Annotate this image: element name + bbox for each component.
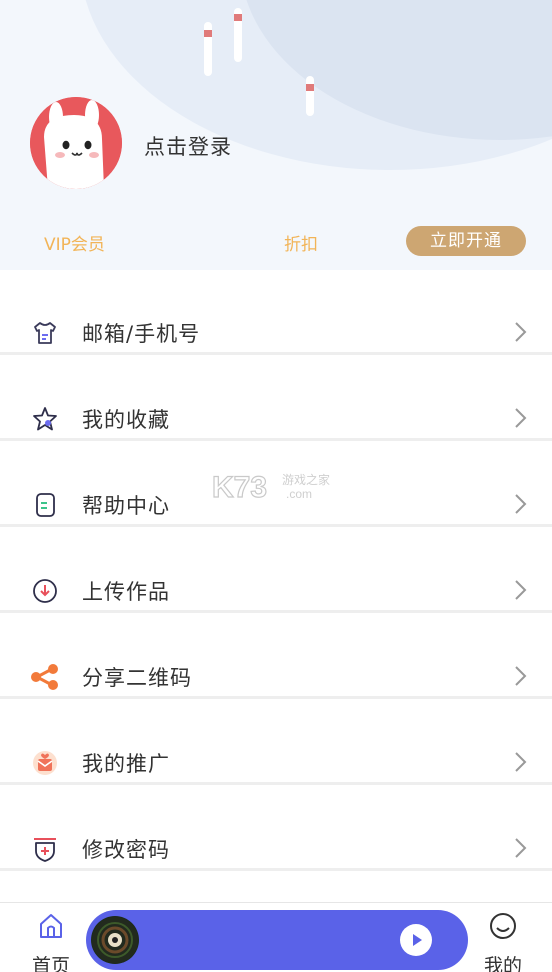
decor-pole xyxy=(306,76,314,116)
chevron-right-icon xyxy=(515,408,527,428)
album-disc-icon xyxy=(91,916,139,964)
watermark-brand: K73 xyxy=(212,471,267,502)
divider xyxy=(0,696,552,699)
smile-user-icon xyxy=(490,913,516,939)
divider xyxy=(0,610,552,613)
discount-label: 折扣 xyxy=(284,235,318,255)
avatar[interactable] xyxy=(30,97,122,189)
bottom-tab-bar: 首页 我的 xyxy=(0,902,552,972)
star-icon xyxy=(30,404,60,434)
menu-item-email-phone[interactable]: 邮箱/手机号 xyxy=(0,288,552,374)
menu-item-label: 分享二维码 xyxy=(82,666,192,690)
help-doc-icon xyxy=(30,490,60,520)
menu-item-upload[interactable]: 上传作品 xyxy=(0,546,552,632)
tab-mine-label: 我的 xyxy=(483,955,522,972)
menu-item-favorites[interactable]: 我的收藏 xyxy=(0,374,552,460)
k73-watermark: K73 游戏之家 .com xyxy=(211,470,342,506)
divider xyxy=(0,524,552,527)
chevron-right-icon xyxy=(515,494,527,514)
menu-item-label: 修改密码 xyxy=(82,838,170,862)
tab-mine[interactable]: 我的 xyxy=(478,907,528,972)
menu-item-share-qrcode[interactable]: 分享二维码 xyxy=(0,632,552,718)
watermark-domain: .com xyxy=(286,487,312,501)
chevron-right-icon xyxy=(515,838,527,858)
tab-home-label: 首页 xyxy=(31,955,70,972)
divider xyxy=(0,438,552,441)
divider xyxy=(0,352,552,355)
decor-pole xyxy=(234,8,242,62)
menu-item-label: 我的收藏 xyxy=(82,408,170,432)
decor-pole xyxy=(204,22,212,76)
open-vip-button[interactable]: 立即开通 xyxy=(406,226,526,256)
profile-header: 点击登录 VIP会员 折扣 立即开通 xyxy=(0,0,552,270)
chevron-right-icon xyxy=(515,322,527,342)
login-link[interactable]: 点击登录 xyxy=(144,131,232,161)
chevron-right-icon xyxy=(515,752,527,772)
menu-item-change-password[interactable]: 修改密码 xyxy=(0,804,552,890)
promotion-icon xyxy=(30,748,60,778)
chevron-right-icon xyxy=(515,580,527,600)
watermark-site-name: 游戏之家 xyxy=(282,472,330,487)
upload-icon xyxy=(30,576,60,606)
tab-home[interactable]: 首页 xyxy=(26,907,76,972)
play-icon xyxy=(413,934,422,946)
mini-player[interactable] xyxy=(86,910,468,970)
play-button[interactable] xyxy=(400,924,432,956)
menu-item-label: 帮助中心 xyxy=(82,494,170,518)
home-icon xyxy=(40,914,62,938)
shirt-icon xyxy=(30,318,60,348)
menu-item-label: 邮箱/手机号 xyxy=(82,322,201,346)
alpaca-avatar-icon xyxy=(30,97,122,189)
menu-item-label: 我的推广 xyxy=(82,752,170,776)
menu-item-label: 上传作品 xyxy=(82,580,170,604)
chevron-right-icon xyxy=(515,666,527,686)
menu-item-promotion[interactable]: 我的推广 xyxy=(0,718,552,804)
share-icon xyxy=(30,662,60,692)
divider xyxy=(0,782,552,785)
shield-plus-icon xyxy=(30,834,60,864)
vip-member-label: VIP会员 xyxy=(44,235,105,255)
divider xyxy=(0,868,552,871)
